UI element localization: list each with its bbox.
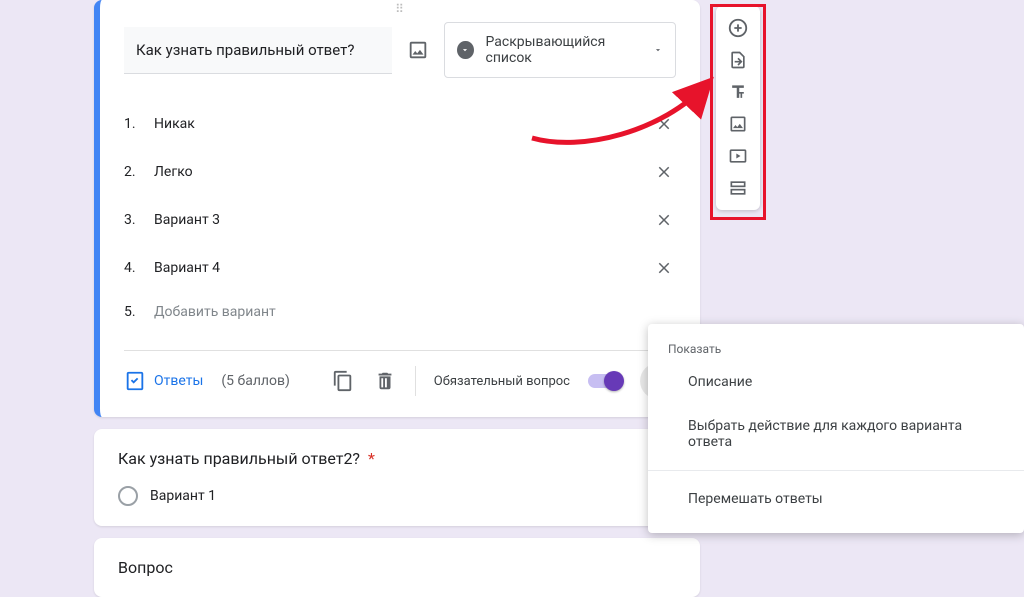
section-icon [728, 178, 748, 198]
copy-icon [332, 370, 354, 392]
option-text: Никак [154, 116, 195, 132]
question2-option-label: Вариант 1 [150, 488, 216, 504]
image-icon [407, 39, 429, 61]
remove-option-button[interactable] [652, 208, 676, 232]
remove-option-button[interactable] [652, 160, 676, 184]
image-icon [728, 114, 748, 134]
option-row[interactable]: 1. Никак [124, 100, 676, 148]
required-label: Обязательный вопрос [434, 374, 570, 389]
answer-key-button[interactable]: Ответы [124, 370, 203, 392]
question-options-menu: Показать Описание Выбрать действие для к… [648, 324, 1024, 533]
question-type-label: Раскрывающийся список [486, 34, 642, 66]
question-title-input[interactable] [124, 27, 392, 74]
remove-option-button[interactable] [652, 112, 676, 136]
options-list: 1. Никак 2. Легко 3. Вариант 3 4. Вариант 4 5. До… [124, 100, 676, 332]
option-row[interactable]: 3. Вариант 3 [124, 196, 676, 244]
option-number: 3. [124, 212, 142, 228]
question-type-select[interactable]: Раскрывающийся список [444, 22, 676, 78]
add-option-row[interactable]: 5. Добавить вариант [124, 292, 676, 332]
delete-button[interactable] [373, 369, 397, 393]
floating-toolbar [716, 6, 760, 210]
add-image-toolbar-button[interactable] [720, 108, 756, 140]
close-icon [655, 115, 673, 133]
option-number: 2. [124, 164, 142, 180]
answers-icon [124, 370, 146, 392]
close-icon [655, 211, 673, 229]
question-card-active: ⠿ Раскрывающийся список 1. Никак 2. Легко [94, 0, 700, 417]
question3-title: Вопрос [118, 558, 676, 577]
option-row[interactable]: 2. Легко [124, 148, 676, 196]
option-number: 1. [124, 116, 142, 132]
video-icon [728, 146, 748, 166]
drag-handle-icon[interactable]: ⠿ [395, 2, 405, 16]
import-icon [728, 50, 748, 70]
add-video-button[interactable] [720, 140, 756, 172]
option-text: Легко [154, 164, 193, 180]
menu-item-shuffle[interactable]: Перемешать ответы [648, 477, 1024, 521]
option-number: 5. [124, 304, 142, 320]
import-questions-button[interactable] [720, 44, 756, 76]
trash-icon [374, 370, 396, 392]
question-card-2[interactable]: Как узнать правильный ответ2? * Вариант … [94, 429, 700, 526]
chevron-down-icon [653, 45, 663, 55]
menu-item-description[interactable]: Описание [648, 360, 1024, 404]
points-label: (5 баллов) [221, 373, 290, 389]
answers-label: Ответы [154, 373, 203, 389]
add-section-button[interactable] [720, 172, 756, 204]
option-text: Вариант 3 [154, 212, 220, 228]
duplicate-button[interactable] [331, 369, 355, 393]
add-image-button[interactable] [406, 38, 430, 62]
plus-circle-icon [727, 17, 749, 39]
remove-option-button[interactable] [652, 256, 676, 280]
close-icon [655, 259, 673, 277]
close-icon [655, 163, 673, 181]
question-card-3[interactable]: Вопрос [94, 538, 700, 597]
option-text: Вариант 4 [154, 260, 220, 276]
menu-item-action-per-option[interactable]: Выбрать действие для каждого варианта от… [648, 404, 1024, 464]
option-row[interactable]: 4. Вариант 4 [124, 244, 676, 292]
text-icon [728, 82, 748, 102]
option-text: Добавить вариант [154, 304, 276, 320]
add-title-button[interactable] [720, 76, 756, 108]
question2-title: Как узнать правильный ответ2? * [118, 449, 676, 468]
radio-icon [118, 486, 138, 506]
add-question-button[interactable] [720, 12, 756, 44]
question2-option-1[interactable]: Вариант 1 [118, 486, 676, 506]
dropdown-type-icon [457, 41, 474, 59]
menu-section-label: Показать [648, 334, 1024, 360]
option-number: 4. [124, 260, 142, 276]
required-toggle[interactable] [588, 374, 622, 388]
